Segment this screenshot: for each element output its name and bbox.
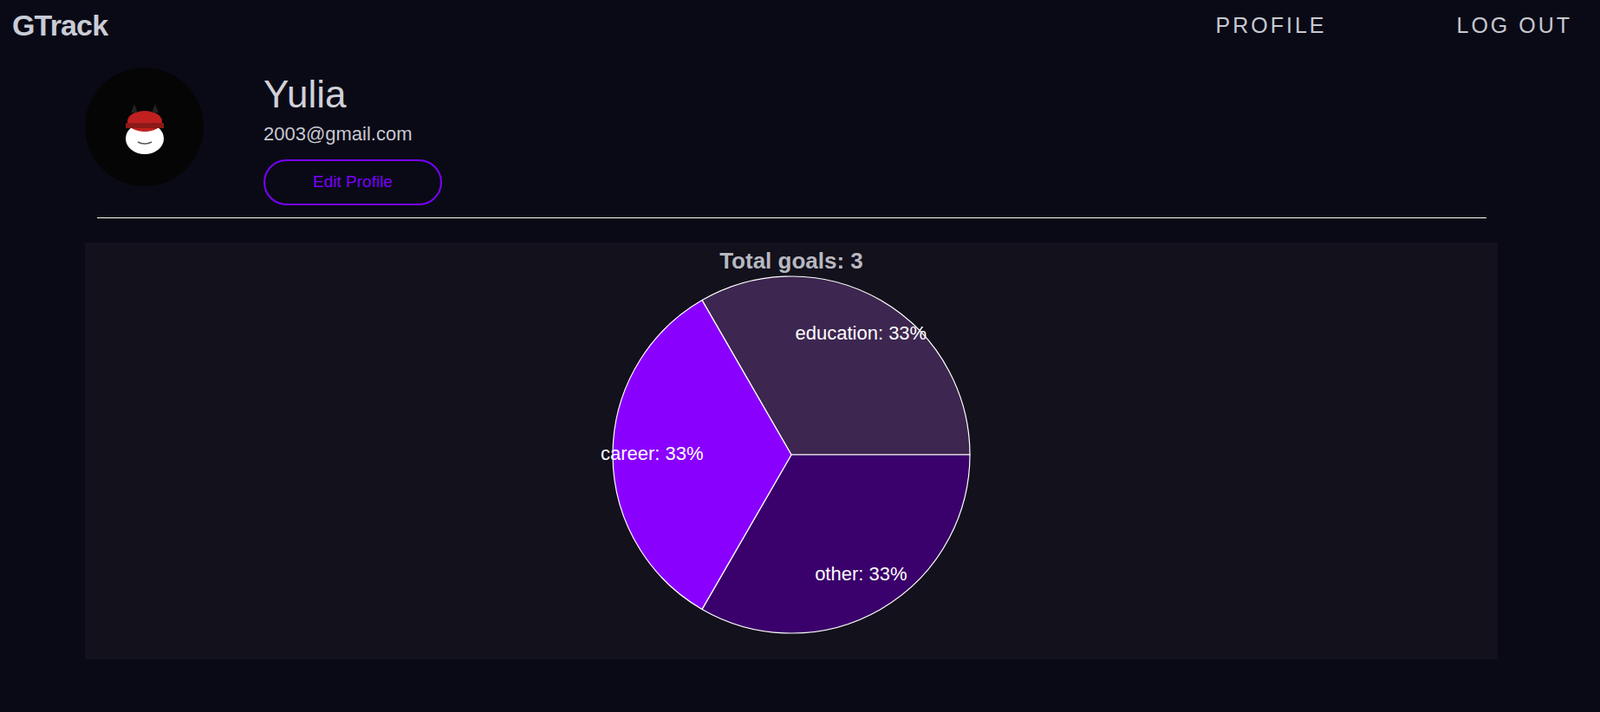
goals-pie-chart: education: 33%other: 33%career: 33% [610, 273, 973, 637]
top-nav: GTrack PROFILE LOG OUT [0, 0, 1600, 51]
avatar [84, 67, 204, 187]
chart-title: Total goals: 3 [719, 247, 864, 274]
edit-profile-button[interactable]: Edit Profile [263, 159, 443, 206]
nav-link[interactable]: PROFILE [1216, 14, 1327, 37]
user-email: 2003@gmail.com [263, 121, 443, 148]
page: GTrack PROFILE LOG OUT Yulia 2003@gmail.com E… [0, 0, 1600, 712]
nav-links: PROFILE LOG OUT [1216, 14, 1574, 37]
pie-slice-label: career: 33% [600, 442, 704, 465]
divider [97, 217, 1487, 219]
goals-chart-panel: Total goals: 3 education: 33% other: 33% ca… [84, 242, 1498, 660]
profile-header: Yulia 2003@gmail.com Edit Profile [0, 67, 1600, 206]
profile-info: Yulia 2003@gmail.com Edit Profile [263, 67, 443, 206]
nav-link[interactable]: LOG OUT [1456, 14, 1573, 37]
avatar-character-icon [118, 97, 171, 158]
logo[interactable]: GTrack [12, 10, 108, 40]
user-name: Yulia [263, 71, 443, 118]
pie-slice-label: other: 33% [814, 563, 907, 586]
pie-slice-label: education: 33% [795, 322, 928, 345]
